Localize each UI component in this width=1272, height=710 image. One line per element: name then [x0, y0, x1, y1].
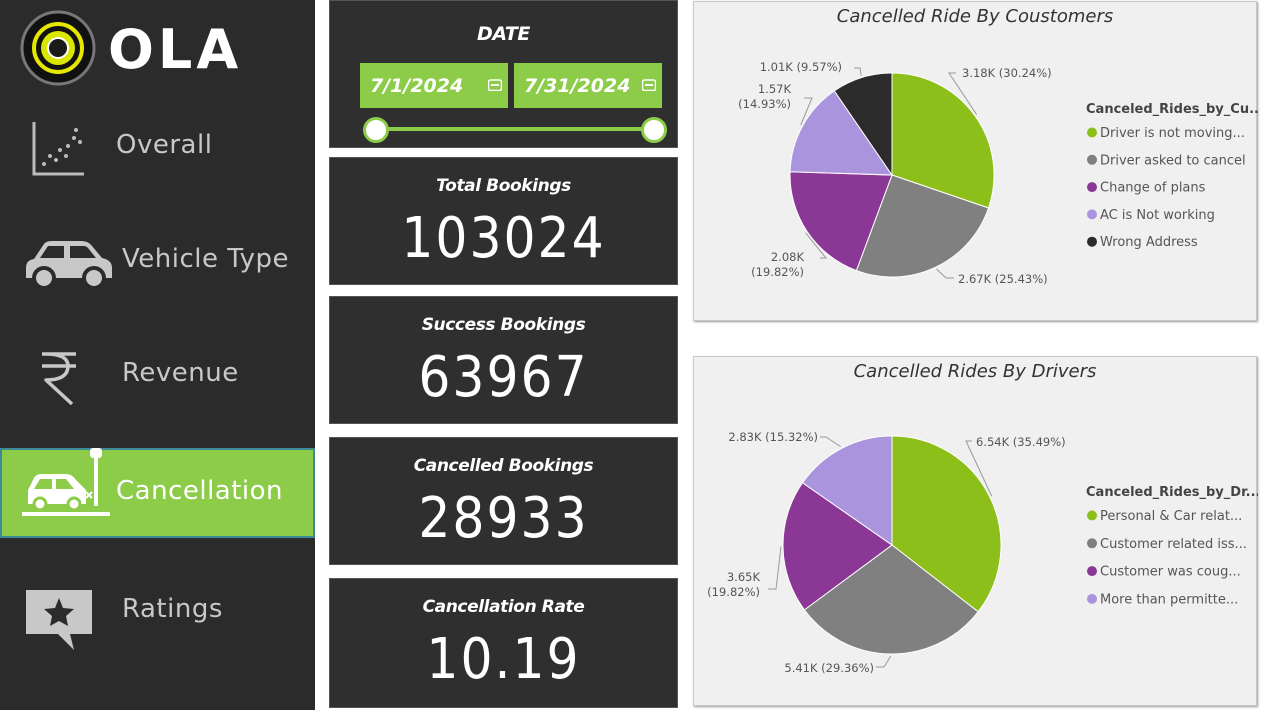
- star-review-icon: [26, 590, 92, 650]
- data-label-percent: (19.82%): [707, 585, 760, 599]
- sidebar-item-revenue[interactable]: Revenue: [0, 330, 315, 420]
- kpi-label: Success Bookings: [421, 315, 586, 335]
- data-label: 6.54K (35.49%): [976, 435, 1066, 449]
- legend-item-wrong-address[interactable]: Wrong Address: [1100, 235, 1198, 250]
- end-date-field[interactable]: 7/31/2024: [514, 63, 662, 108]
- rupee-icon: [42, 352, 76, 406]
- scatter-chart-icon: [32, 122, 84, 176]
- sidebar-item-label: Ratings: [122, 594, 223, 624]
- leader-line: [876, 655, 892, 668]
- data-label-percent: (14.93%): [738, 97, 791, 111]
- legend-item-change-of-plans[interactable]: Change of plans: [1100, 181, 1206, 196]
- data-label-value: 2.08K: [771, 250, 805, 264]
- legend-marker: [1087, 154, 1097, 165]
- leader-line: [854, 67, 862, 76]
- sidebar-item-label: Vehicle Type: [122, 244, 289, 274]
- legend-marker: [1087, 236, 1097, 247]
- date-slicer: DATE 7/1/2024 7/31/2024: [329, 0, 678, 148]
- leader-line: [820, 436, 841, 448]
- leader-line: [768, 546, 782, 590]
- leader-line: [936, 268, 954, 279]
- sidebar-item-vehicle-type[interactable]: Vehicle Type: [0, 216, 315, 306]
- kpi-cancellation-rate: Cancellation Rate 10.19: [329, 578, 678, 708]
- calendar-icon[interactable]: [488, 79, 502, 91]
- legend-item-ac-is-not-working[interactable]: AC is Not working: [1100, 208, 1215, 223]
- kpi-total-bookings: Total Bookings 103024: [329, 157, 678, 285]
- kpi-value: 10.19: [426, 627, 581, 692]
- brand-name: OLA: [108, 18, 243, 81]
- legend-item-customer-related-iss[interactable]: Customer related iss...: [1100, 537, 1247, 552]
- car-icon: [26, 241, 112, 290]
- legend-item-driver-asked-to-cancel[interactable]: Driver asked to cancel: [1100, 153, 1246, 168]
- data-label-value: 3.65K: [727, 570, 761, 584]
- legend-marker: [1087, 566, 1097, 577]
- sidebar-item-overall[interactable]: Overall: [0, 102, 315, 192]
- legend-marker: [1087, 538, 1097, 549]
- date-slicer-title: DATE: [477, 23, 530, 45]
- sidebar-item-label: Cancellation: [116, 476, 284, 506]
- data-label: 2.83K (15.32%): [728, 430, 818, 444]
- kpi-value: 63967: [418, 345, 589, 410]
- data-label: 2.08K (19.82%): [751, 250, 804, 279]
- data-label: 3.18K (30.24%): [962, 66, 1052, 80]
- legend-title: Canceled_Rides_by_Cu...: [1086, 102, 1258, 117]
- end-date-value: 7/31/2024: [524, 74, 631, 97]
- sidebar: OLA Overall Vehicle Type Revenue Cancell…: [0, 0, 315, 710]
- date-slider-start-handle[interactable]: [363, 117, 389, 143]
- kpi-cancelled-bookings: Cancelled Bookings 28933: [329, 437, 678, 565]
- kpi-value: 103024: [401, 206, 606, 271]
- legend-marker: [1087, 182, 1097, 193]
- kpi-label: Cancelled Bookings: [413, 456, 594, 476]
- legend-item-personal-car-relat[interactable]: Personal & Car relat...: [1100, 509, 1242, 524]
- pie-chart-svg: 6.54K (35.49%) 5.41K (29.36%) 3.65K (19.82%…: [707, 430, 1258, 675]
- data-label: 5.41K (29.36%): [784, 661, 874, 675]
- data-label-percent: (19.82%): [751, 265, 804, 279]
- date-range-slider-track[interactable]: [375, 127, 656, 131]
- kpi-label: Total Bookings: [436, 176, 571, 196]
- legend-marker: [1087, 209, 1097, 220]
- car-crash-icon: [22, 448, 110, 516]
- data-label: 3.65K (19.82%): [707, 570, 760, 599]
- start-date-value: 7/1/2024: [370, 74, 464, 97]
- sidebar-item-label: Overall: [116, 130, 213, 160]
- legend-marker: [1087, 510, 1097, 521]
- legend-title: Canceled_Rides_by_Dr...: [1086, 485, 1258, 500]
- legend-marker: [1087, 593, 1097, 604]
- data-label: 2.67K (25.43%): [958, 272, 1048, 286]
- pie-chart-svg: 3.18K (30.24%) 2.67K (25.43%) 2.08K (19.82%…: [738, 60, 1258, 286]
- cancelled-by-customers-chart: Cancelled Ride By Coustomers 3.18K (30.2…: [693, 1, 1258, 321]
- start-date-field[interactable]: 7/1/2024: [360, 63, 508, 108]
- kpi-value: 28933: [418, 486, 589, 551]
- ola-logo: OLA: [20, 10, 250, 86]
- sidebar-item-ratings[interactable]: Ratings: [0, 566, 315, 656]
- data-label: 1.57K (14.93%): [738, 82, 791, 111]
- date-slider-end-handle[interactable]: [641, 117, 667, 143]
- legend-item-driver-is-not-moving[interactable]: Driver is not moving...: [1100, 126, 1245, 141]
- sidebar-item-label: Revenue: [122, 358, 239, 388]
- sidebar-item-cancellation[interactable]: Cancellation: [0, 448, 315, 538]
- data-label-value: 1.57K: [758, 82, 792, 96]
- legend-item-customer-was-coug[interactable]: Customer was coug...: [1100, 565, 1241, 580]
- kpi-success-bookings: Success Bookings 63967: [329, 296, 678, 424]
- cancelled-by-drivers-chart: Cancelled Rides By Drivers 6.54K (35.49%…: [693, 356, 1258, 706]
- legend-item-more-than-permitte[interactable]: More than permitte...: [1100, 592, 1238, 607]
- calendar-icon[interactable]: [642, 79, 656, 91]
- data-label: 1.01K (9.57%): [760, 60, 842, 74]
- kpi-label: Cancellation Rate: [422, 597, 585, 617]
- legend-marker: [1087, 127, 1097, 138]
